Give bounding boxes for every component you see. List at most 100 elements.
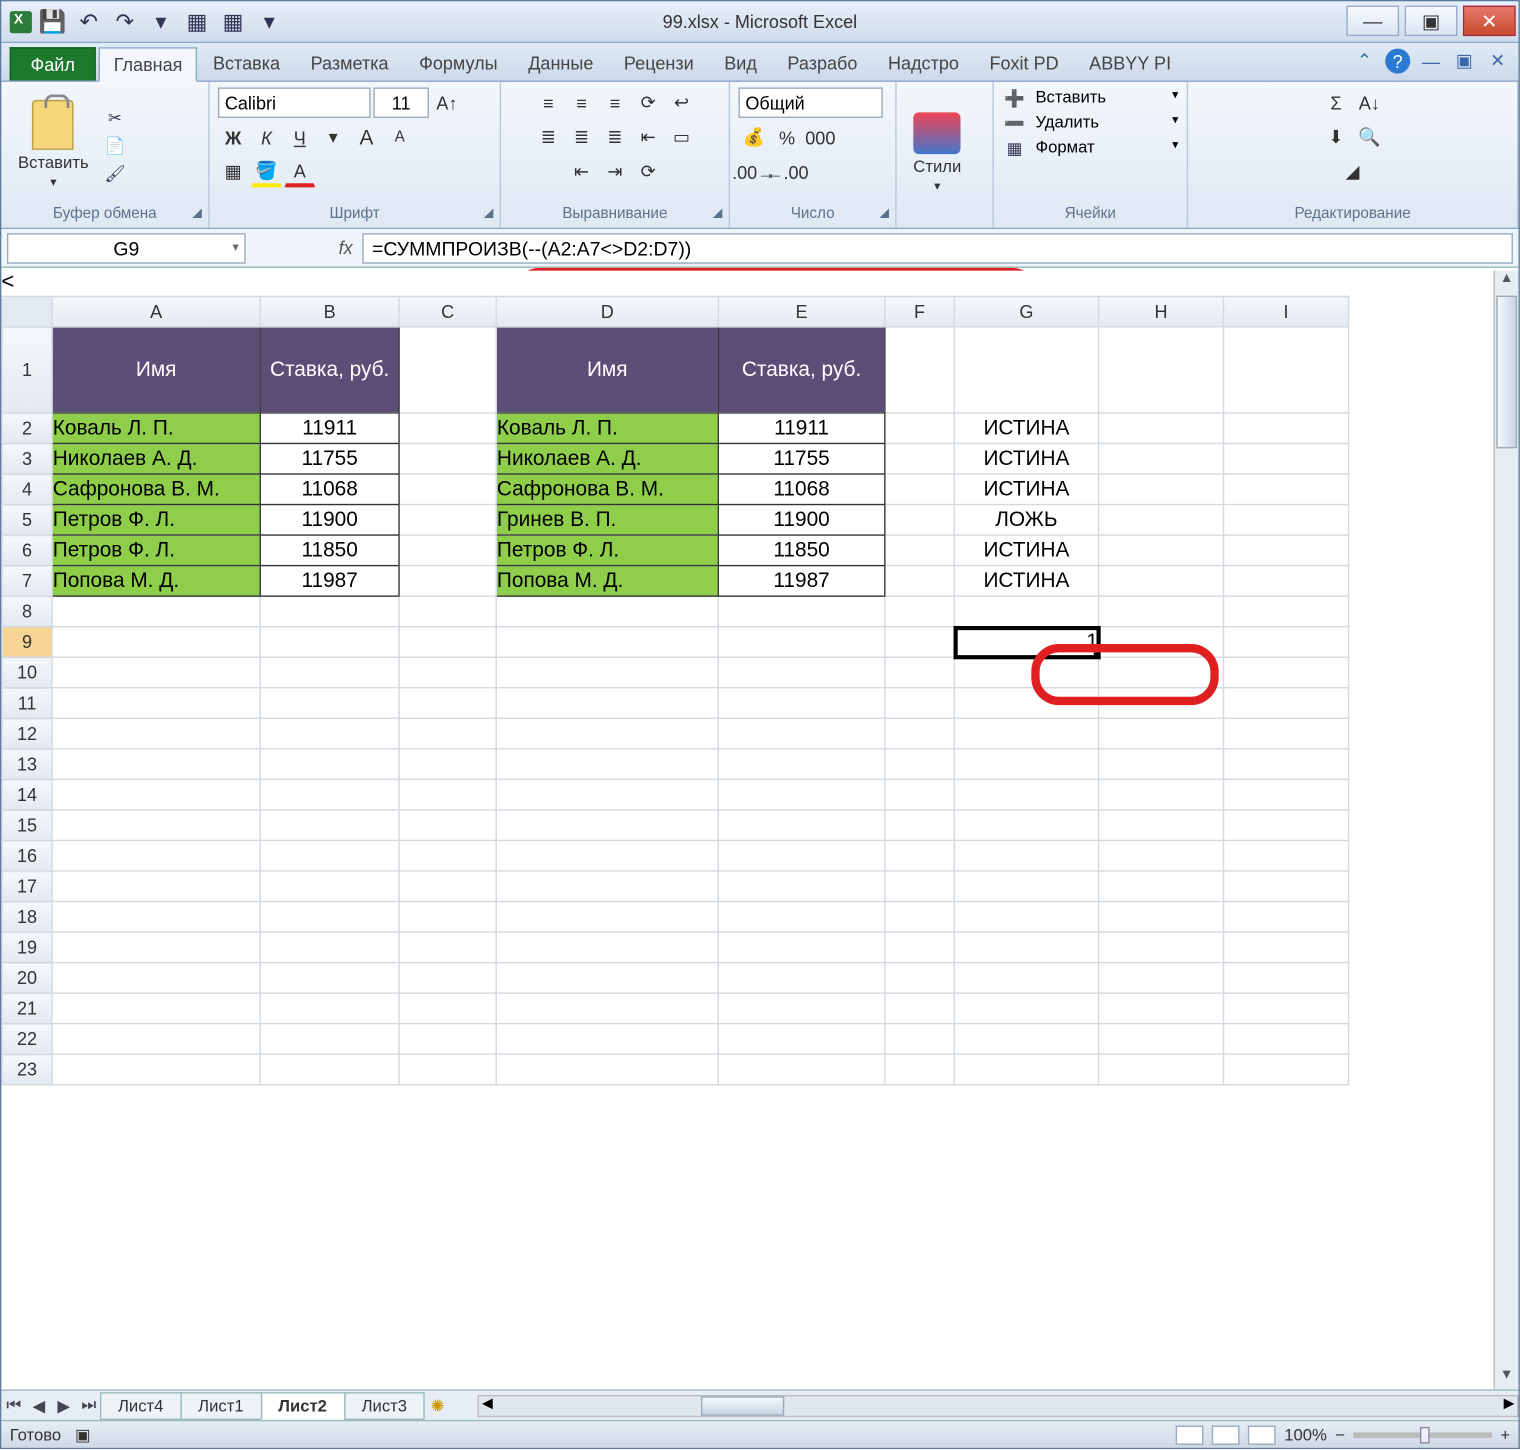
cell[interactable] xyxy=(496,840,718,871)
cell[interactable] xyxy=(1099,535,1224,566)
cell[interactable] xyxy=(399,327,496,413)
cell[interactable] xyxy=(1224,535,1349,566)
font-smallA-icon[interactable]: A xyxy=(384,122,415,153)
cell[interactable] xyxy=(260,902,399,933)
sheet-tab[interactable]: Лист2 xyxy=(260,1391,345,1419)
font-launcher-icon[interactable]: ◢ xyxy=(480,205,497,222)
file-tab[interactable]: Файл xyxy=(10,47,96,80)
cell[interactable] xyxy=(885,327,954,413)
cell[interactable] xyxy=(399,505,496,536)
cell[interactable] xyxy=(1099,596,1224,627)
col-header[interactable]: B xyxy=(260,296,399,327)
cell[interactable] xyxy=(52,871,260,902)
qat-undo-button[interactable]: ↶ xyxy=(74,6,105,37)
cell[interactable] xyxy=(885,627,954,658)
row-header[interactable]: 23 xyxy=(2,1054,52,1085)
cell[interactable] xyxy=(885,535,954,566)
row-header[interactable]: 20 xyxy=(2,963,52,994)
cell[interactable] xyxy=(496,627,718,658)
cell[interactable] xyxy=(885,749,954,780)
macro-record-icon[interactable]: ▣ xyxy=(75,1425,91,1444)
cell[interactable] xyxy=(1099,1054,1224,1085)
col-header[interactable]: F xyxy=(885,296,954,327)
row-header[interactable]: 15 xyxy=(2,810,52,841)
cell[interactable] xyxy=(260,688,399,719)
font-size-input[interactable] xyxy=(373,87,429,118)
row-header[interactable]: 10 xyxy=(2,657,52,688)
number-launcher-icon[interactable]: ◢ xyxy=(876,205,893,222)
col-header[interactable]: C xyxy=(399,296,496,327)
tab-addins[interactable]: Надстро xyxy=(873,46,974,81)
scroll-down-icon[interactable]: ▼ xyxy=(1495,1367,1519,1389)
cell[interactable]: 11068 xyxy=(260,474,399,505)
align-center-icon[interactable]: ≣ xyxy=(566,122,597,153)
cell[interactable]: Сафронова В. М. xyxy=(496,474,718,505)
cell[interactable]: 11911 xyxy=(718,413,885,444)
sort-filter-icon[interactable]: A↓ xyxy=(1354,87,1385,118)
cell[interactable]: Гринев В. П. xyxy=(496,505,718,536)
cell[interactable] xyxy=(885,1054,954,1085)
cell[interactable]: Попова М. Д. xyxy=(52,566,260,597)
cells-delete-button[interactable]: ➖Удалить▾ xyxy=(1002,112,1178,134)
sheet-tab[interactable]: Лист4 xyxy=(100,1391,182,1419)
bold-button[interactable]: Ж xyxy=(218,122,249,153)
cell[interactable] xyxy=(1099,871,1224,902)
cell[interactable] xyxy=(260,779,399,810)
fx-button[interactable]: fx xyxy=(329,237,362,258)
scroll-up-icon[interactable]: ▲ xyxy=(1495,271,1519,293)
zoom-thumb[interactable] xyxy=(1420,1426,1430,1443)
cell[interactable] xyxy=(1224,413,1349,444)
italic-button[interactable]: К xyxy=(251,122,282,153)
scroll-thumb[interactable] xyxy=(1496,296,1517,449)
cell[interactable]: 11900 xyxy=(260,505,399,536)
align-middle-icon[interactable]: ≡ xyxy=(566,87,597,118)
dec-decimal-icon[interactable]: ←.00 xyxy=(772,157,803,188)
cell[interactable] xyxy=(1224,810,1349,841)
cell[interactable] xyxy=(399,779,496,810)
tab-review[interactable]: Рецензи xyxy=(609,46,709,81)
cell[interactable] xyxy=(885,596,954,627)
worksheet-grid[interactable]: < A B C D E F G H I 1 Имя xyxy=(1,271,1518,1390)
cell[interactable] xyxy=(954,810,1098,841)
zoom-slider[interactable] xyxy=(1353,1432,1492,1438)
qat-redo-button[interactable]: ↷ xyxy=(110,6,141,37)
cell[interactable] xyxy=(718,1054,885,1085)
cell[interactable]: 11987 xyxy=(718,566,885,597)
row-header[interactable]: 9 xyxy=(2,627,52,658)
cell[interactable] xyxy=(1224,932,1349,963)
tab-abbyy[interactable]: ABBYY PI xyxy=(1074,46,1186,81)
cell[interactable] xyxy=(718,657,885,688)
cell[interactable]: Коваль Л. П. xyxy=(496,413,718,444)
row-header[interactable]: 19 xyxy=(2,932,52,963)
cell[interactable] xyxy=(1099,413,1224,444)
cell[interactable] xyxy=(496,902,718,933)
cell[interactable] xyxy=(1224,688,1349,719)
cell[interactable]: ИСТИНА xyxy=(954,443,1098,474)
cell[interactable] xyxy=(718,718,885,749)
ribbon-minimize-icon[interactable]: ⌃ xyxy=(1352,49,1377,74)
cell[interactable] xyxy=(52,779,260,810)
fill-icon[interactable]: ⬇ xyxy=(1321,122,1352,153)
qat-extra2-icon[interactable]: ▦ xyxy=(218,6,249,37)
cell[interactable]: Сафронова В. М. xyxy=(52,474,260,505)
cell[interactable] xyxy=(885,1024,954,1055)
tab-home[interactable]: Главная xyxy=(99,47,198,82)
wrap-text-button[interactable]: ↩ xyxy=(666,87,697,118)
sheet-nav-prev-icon[interactable]: ◀ xyxy=(26,1396,51,1415)
cell[interactable] xyxy=(260,993,399,1024)
cells-format-button[interactable]: ▦Формат▾ xyxy=(1002,137,1178,159)
tab-layout[interactable]: Разметка xyxy=(295,46,404,81)
cell[interactable] xyxy=(399,474,496,505)
cell[interactable] xyxy=(260,1054,399,1085)
cell[interactable] xyxy=(885,718,954,749)
cell[interactable] xyxy=(496,718,718,749)
row-header[interactable]: 16 xyxy=(2,840,52,871)
sheet-nav-next-icon[interactable]: ▶ xyxy=(51,1396,76,1415)
cell[interactable]: ИСТИНА xyxy=(954,535,1098,566)
cell[interactable]: ИСТИНА xyxy=(954,474,1098,505)
cell[interactable]: 11068 xyxy=(718,474,885,505)
cell[interactable] xyxy=(52,993,260,1024)
paste-button[interactable]: Вставить ▾ xyxy=(10,94,97,195)
cell[interactable]: 11987 xyxy=(260,566,399,597)
cell[interactable] xyxy=(954,840,1098,871)
